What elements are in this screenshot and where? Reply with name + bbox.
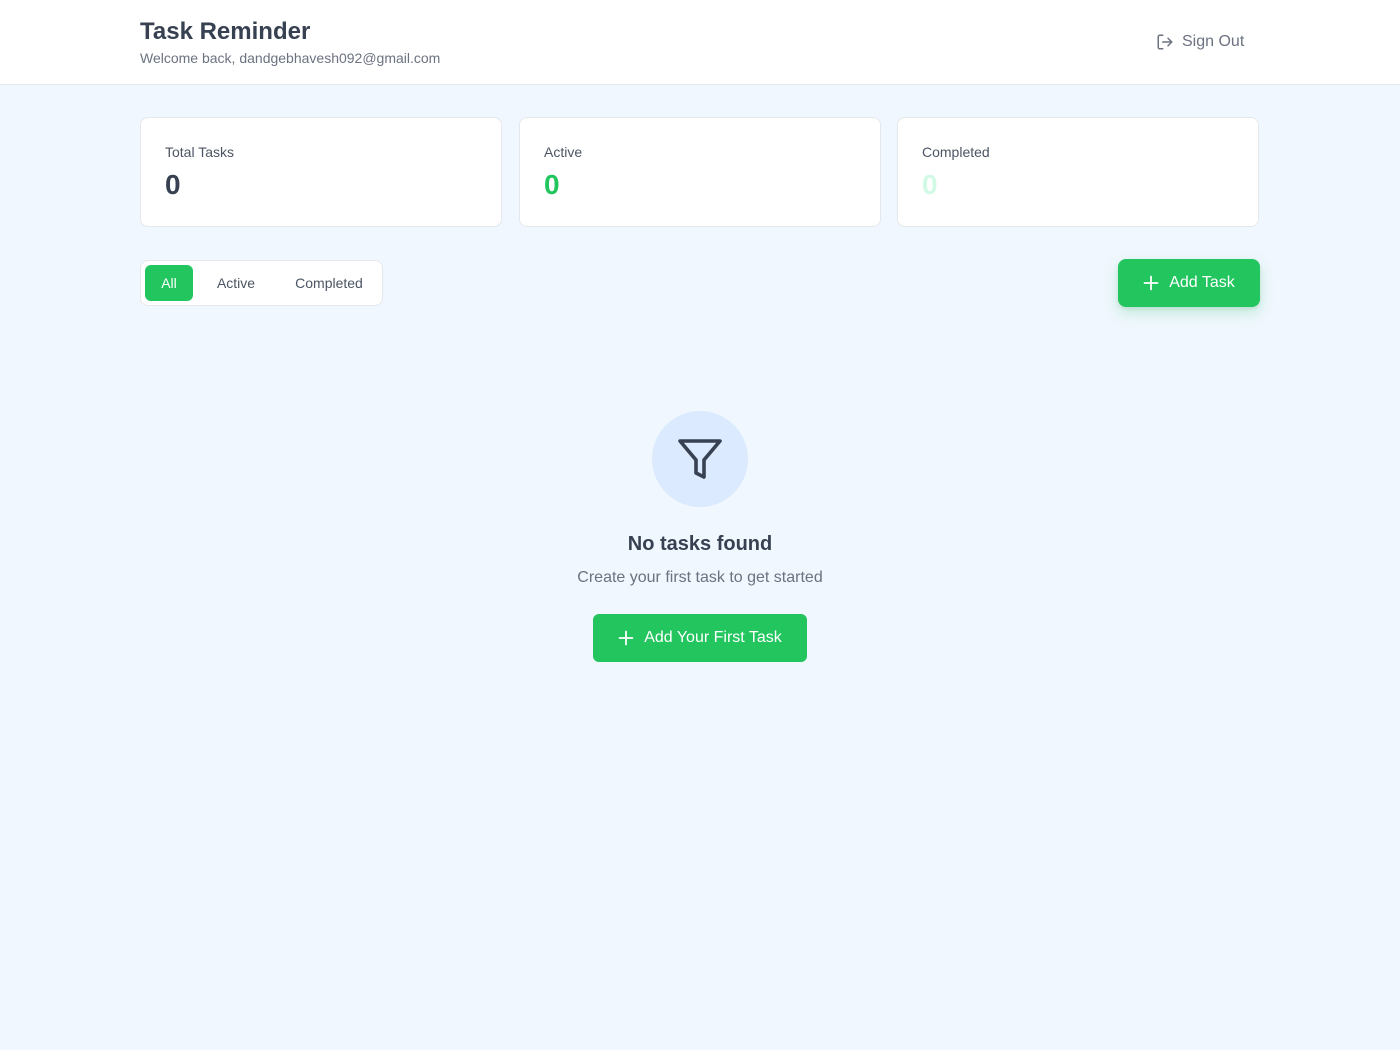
logout-icon	[1156, 33, 1174, 51]
stat-card-completed: Completed 0	[897, 117, 1259, 227]
plus-icon	[1143, 275, 1159, 291]
stat-value-active: 0	[544, 169, 560, 200]
filter-icon	[676, 435, 724, 483]
stat-label-completed: Completed	[922, 144, 990, 160]
sign-out-label: Sign Out	[1182, 33, 1245, 50]
stat-value-total: 0	[165, 169, 181, 200]
add-task-button[interactable]: Add Task	[1118, 259, 1260, 307]
tab-all[interactable]: All	[145, 265, 193, 301]
add-task-label: Add Task	[1169, 274, 1235, 291]
empty-state-title: No tasks found	[627, 533, 773, 555]
stat-card-active: Active 0	[519, 117, 881, 227]
app-title: Task Reminder	[140, 18, 311, 45]
sign-out-button[interactable]: Sign Out	[1156, 30, 1244, 54]
empty-state-icon-circle	[652, 411, 748, 507]
stat-value-completed: 0	[922, 169, 938, 200]
welcome-text: Welcome back, dandgebhavesh092@gmail.com	[140, 50, 441, 66]
stat-label-total: Total Tasks	[165, 144, 234, 160]
tab-completed[interactable]: Completed	[283, 265, 375, 301]
empty-state-subtitle: Create your first task to get started	[577, 569, 823, 586]
filter-tabs: All Active Completed	[140, 260, 383, 306]
app-header: Task Reminder Welcome back, dandgebhaves…	[0, 0, 1400, 85]
stat-card-total: Total Tasks 0	[140, 117, 502, 227]
stat-label-active: Active	[544, 144, 583, 160]
add-first-task-button[interactable]: Add Your First Task	[593, 614, 807, 662]
plus-icon	[618, 630, 634, 646]
add-first-task-label: Add Your First Task	[644, 629, 782, 646]
tab-active[interactable]: Active	[205, 265, 267, 301]
